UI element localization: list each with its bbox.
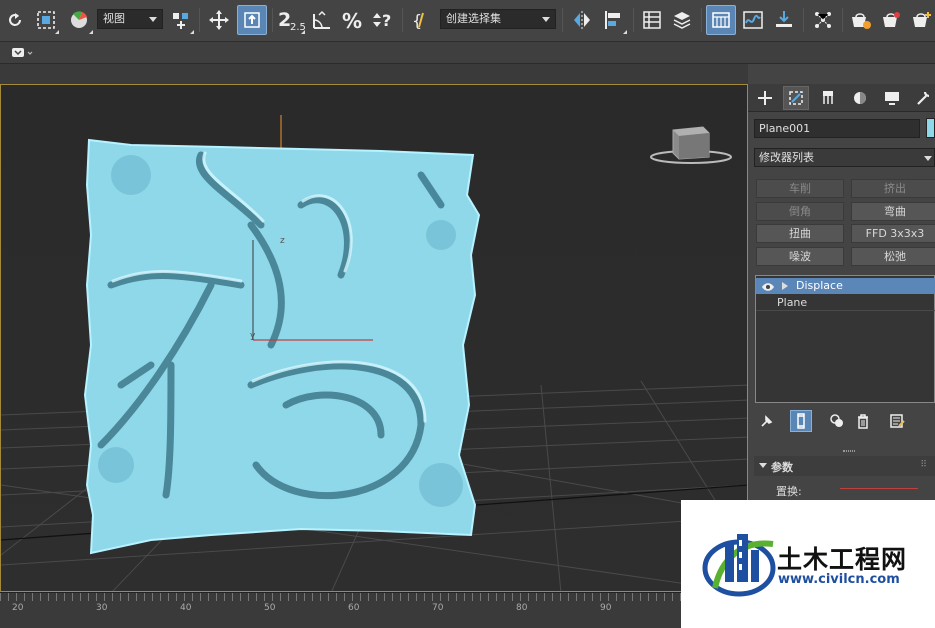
edit-named-selection-icon[interactable]: { bbox=[408, 5, 436, 35]
pin-stack-icon[interactable] bbox=[756, 410, 778, 432]
configure-modifier-sets-icon[interactable] bbox=[886, 410, 908, 432]
utilities-tab-icon[interactable] bbox=[910, 86, 935, 110]
parameters-rollout-header[interactable]: 参数 ⠿ bbox=[754, 456, 935, 476]
timeline-tick-label: 20 bbox=[12, 603, 24, 613]
rollout-title: 参数 bbox=[771, 461, 793, 474]
timeline-tick-label: 70 bbox=[432, 603, 444, 613]
ribbon-bar bbox=[0, 42, 935, 64]
y-axis-label: y bbox=[250, 331, 256, 341]
percent-snap-icon[interactable]: % bbox=[338, 5, 366, 35]
hierarchy-tab-icon[interactable] bbox=[815, 86, 841, 110]
timeline-tick-label: 50 bbox=[264, 603, 276, 613]
angle-snap-icon[interactable] bbox=[308, 5, 336, 35]
bevel-button[interactable]: 倒角 bbox=[756, 202, 844, 221]
timeline-tick-label: 80 bbox=[516, 603, 528, 613]
schematic-view-icon[interactable] bbox=[770, 5, 798, 35]
curve-editor-icon[interactable] bbox=[739, 5, 767, 35]
named-selection-dropdown[interactable]: 创建选择集 bbox=[440, 9, 556, 29]
rollout-collapse-icon[interactable] bbox=[759, 463, 767, 468]
spinner-snap-icon[interactable]: ? bbox=[368, 5, 396, 35]
lathe-button[interactable]: 车削 bbox=[756, 179, 844, 198]
render-production-icon[interactable] bbox=[908, 5, 935, 35]
relax-button[interactable]: 松弛 bbox=[851, 247, 935, 266]
toggle-ribbon-icon[interactable] bbox=[706, 5, 736, 35]
stack-item-displace[interactable]: Displace bbox=[756, 278, 935, 294]
create-tab-icon[interactable] bbox=[752, 86, 778, 110]
rendered-frame-window-icon[interactable] bbox=[878, 5, 906, 35]
displaced-plane-mesh bbox=[83, 138, 481, 555]
object-color-swatch[interactable] bbox=[926, 118, 935, 138]
bend-button[interactable]: 弯曲 bbox=[851, 202, 935, 221]
snap-toggle-icon[interactable]: 2 2.5 bbox=[276, 5, 306, 35]
logo-url: www.civilcn.com bbox=[778, 572, 900, 587]
noise-button[interactable]: 噪波 bbox=[756, 247, 844, 266]
viewport-label-bar bbox=[0, 64, 748, 84]
ribbon-toggle-icon[interactable] bbox=[11, 47, 35, 59]
select-region-icon[interactable] bbox=[32, 5, 60, 35]
timeline-tick-label: 60 bbox=[348, 603, 360, 613]
expand-arrow-icon[interactable] bbox=[782, 282, 788, 290]
material-editor-icon[interactable] bbox=[809, 5, 837, 35]
command-panel-tabs bbox=[748, 84, 935, 112]
object-name-field[interactable]: Plane001 bbox=[754, 119, 920, 138]
timeline-tick-label: 30 bbox=[96, 603, 108, 613]
modifier-list-dropdown[interactable]: 修改器列表 bbox=[754, 148, 935, 167]
main-toolbar: 视图 2 2.5 % ? { 创建选择集 bbox=[0, 0, 935, 42]
displacement-label: 置换: bbox=[776, 485, 802, 498]
panel-splitter[interactable] bbox=[843, 450, 855, 452]
select-and-place-icon[interactable] bbox=[237, 5, 267, 35]
remove-modifier-icon[interactable] bbox=[852, 410, 874, 432]
rollout-grip-icon: ⠿ bbox=[920, 460, 927, 470]
ffd-button[interactable]: FFD 3x3x3 bbox=[851, 224, 935, 243]
perspective-viewport[interactable]: z y bbox=[0, 84, 748, 592]
watermark-logo: 土木工程网 www.civilcn.com bbox=[681, 500, 935, 628]
extrude-button[interactable]: 挤出 bbox=[851, 179, 935, 198]
scene-explorer-icon[interactable] bbox=[638, 5, 666, 35]
timeline-tick-label: 40 bbox=[180, 603, 192, 613]
twist-button[interactable]: 扭曲 bbox=[756, 224, 844, 243]
motion-tab-icon[interactable] bbox=[847, 86, 873, 110]
modify-tab-icon[interactable] bbox=[783, 86, 809, 110]
displacement-divider bbox=[840, 488, 918, 489]
command-panel: Plane001 修改器列表 车削 挤出 倒角 弯曲 扭曲 FFD 3x3x3 … bbox=[748, 84, 935, 504]
make-unique-icon[interactable] bbox=[826, 410, 848, 432]
render-setup-icon[interactable] bbox=[847, 5, 875, 35]
stack-item-label: Displace bbox=[796, 278, 843, 294]
timeline-tick-label: 90 bbox=[600, 603, 612, 613]
z-axis-label: z bbox=[280, 236, 285, 246]
stack-item-label: Plane bbox=[777, 296, 808, 309]
color-clipboard-icon[interactable] bbox=[64, 5, 94, 35]
svg-text:?: ? bbox=[382, 11, 391, 30]
layer-explorer-icon[interactable] bbox=[668, 5, 696, 35]
modifier-stack: Displace Plane bbox=[755, 275, 935, 403]
show-end-result-icon[interactable] bbox=[790, 410, 812, 432]
mirror-icon[interactable] bbox=[568, 5, 596, 35]
undo-icon[interactable] bbox=[2, 5, 28, 35]
display-tab-icon[interactable] bbox=[879, 86, 905, 110]
move-icon[interactable] bbox=[205, 5, 233, 35]
3ds-max-window: 视图 2 2.5 % ? { 创建选择集 z y Plane001 修改器列表 … bbox=[0, 0, 935, 628]
viewport-canvas: z y bbox=[1, 85, 747, 591]
reference-coordinate-dropdown[interactable]: 视图 bbox=[97, 9, 163, 29]
svg-text:%: % bbox=[342, 9, 362, 31]
pivot-center-icon[interactable] bbox=[167, 5, 195, 35]
logo-title: 土木工程网 bbox=[777, 545, 908, 574]
align-icon[interactable] bbox=[598, 5, 628, 35]
stack-item-plane[interactable]: Plane bbox=[756, 295, 935, 311]
